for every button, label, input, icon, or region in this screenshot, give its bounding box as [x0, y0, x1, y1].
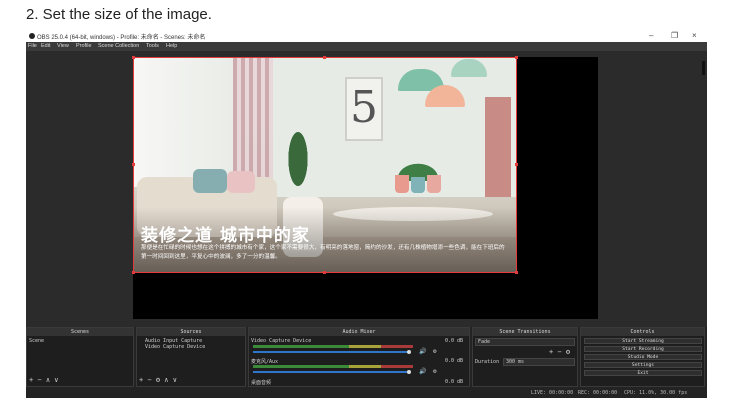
volume-slider[interactable]: [253, 371, 409, 373]
speaker-icon[interactable]: 🔊: [419, 348, 426, 355]
preview-area[interactable]: 5 装修之道 城市中的家 那便是在忙碌的时候也想在这个拼搏的城市有个家，这个家不…: [26, 51, 707, 327]
menu-edit[interactable]: Edit: [41, 43, 50, 49]
resize-handle[interactable]: [515, 271, 518, 274]
mixer-channel-db: 0.0 dB: [445, 379, 464, 385]
resize-handle[interactable]: [515, 56, 518, 59]
sources-header: Sources: [137, 328, 245, 336]
mixer-channel-name: 麦克风/Aux: [251, 359, 279, 365]
audio-mixer-dock: Audio Mixer Video Capture Device 0.0 dB …: [248, 327, 470, 387]
resize-handle[interactable]: [132, 56, 135, 59]
menu-scene-collection[interactable]: Scene Collection: [98, 43, 139, 49]
menu-view[interactable]: View: [57, 43, 69, 49]
resize-handle[interactable]: [323, 271, 326, 274]
scenes-header: Scenes: [27, 328, 133, 336]
resize-handle[interactable]: [132, 163, 135, 166]
settings-button[interactable]: Settings: [584, 362, 702, 368]
sources-toolbar[interactable]: + − ⚙ ∧ ∨: [139, 376, 177, 384]
duration-label: Duration: [475, 359, 500, 365]
source-selection-box[interactable]: [133, 57, 517, 273]
duration-input[interactable]: 300 ms: [503, 358, 575, 366]
window-title: OBS 25.0.4 (64-bit, windows) - Profile: …: [37, 35, 206, 41]
mixer-channel-name: 桌面音频: [251, 380, 272, 386]
start-streaming-button[interactable]: Start Streaming: [584, 338, 702, 344]
obs-logo-icon: [29, 33, 35, 39]
controls-header: Controls: [581, 328, 704, 336]
studio-mode-button[interactable]: Studio Mode: [584, 354, 702, 360]
exit-button[interactable]: Exit: [584, 370, 702, 376]
maximize-button[interactable]: ❐: [671, 31, 678, 40]
cpu-status: CPU: 11.0%, 30.00 fps: [624, 390, 688, 396]
title-bar: OBS 25.0.4 (64-bit, windows) - Profile: …: [26, 30, 707, 42]
page-margin: [0, 398, 733, 413]
volume-slider-knob[interactable]: [407, 370, 411, 374]
gear-icon[interactable]: ⚙: [433, 368, 437, 375]
menu-tools[interactable]: Tools: [146, 43, 159, 49]
scene-item[interactable]: Scene: [29, 338, 44, 344]
obs-window: OBS 25.0.4 (64-bit, windows) - Profile: …: [26, 30, 707, 398]
menu-profile[interactable]: Profile: [76, 43, 92, 49]
instruction-caption: 2. Set the size of the image.: [26, 6, 212, 23]
transition-add-remove[interactable]: + − ⚙: [549, 348, 570, 356]
volume-slider-knob[interactable]: [407, 350, 411, 354]
scene-transitions-header: Scene Transitions: [473, 328, 577, 336]
resize-handle[interactable]: [515, 163, 518, 166]
audio-mixer-header: Audio Mixer: [249, 328, 469, 336]
source-item-video[interactable]: Video Capture Device: [145, 344, 205, 350]
resize-handle[interactable]: [323, 56, 326, 59]
menu-file[interactable]: File: [28, 43, 37, 49]
status-bar: LIVE: 00:00:00 REC: 00:00:00 CPU: 11.0%,…: [26, 387, 707, 398]
scenes-toolbar[interactable]: + − ∧ ∨: [29, 376, 59, 384]
scene-transitions-dock: Scene Transitions Fade + − ⚙ Duration 30…: [472, 327, 578, 387]
minimize-button[interactable]: –: [649, 31, 653, 40]
mixer-channel-db: 0.0 dB: [445, 338, 464, 344]
start-recording-button[interactable]: Start Recording: [584, 346, 702, 352]
resize-handle[interactable]: [132, 271, 135, 274]
speaker-icon[interactable]: 🔊: [419, 368, 426, 375]
scroll-indicator: [702, 61, 705, 75]
mixer-channel-db: 0.0 dB: [445, 358, 464, 364]
volume-meter: [253, 365, 413, 368]
menu-bar: File Edit View Profile Scene Collection …: [26, 42, 707, 51]
transition-select[interactable]: Fade: [475, 338, 575, 346]
live-status: LIVE: 00:00:00: [531, 390, 574, 396]
volume-meter: [253, 345, 413, 348]
scenes-dock: Scenes Scene + − ∧ ∨: [26, 327, 134, 387]
mixer-channel-name: Video Capture Device: [251, 338, 312, 344]
sources-dock: Sources Audio Input Capture Video Captur…: [136, 327, 246, 387]
close-button[interactable]: ×: [692, 31, 697, 40]
gear-icon[interactable]: ⚙: [433, 348, 437, 355]
volume-slider[interactable]: [253, 351, 409, 353]
menu-help[interactable]: Help: [166, 43, 177, 49]
rec-status: REC: 00:00:00: [578, 390, 618, 396]
controls-dock: Controls Start Streaming Start Recording…: [580, 327, 705, 387]
